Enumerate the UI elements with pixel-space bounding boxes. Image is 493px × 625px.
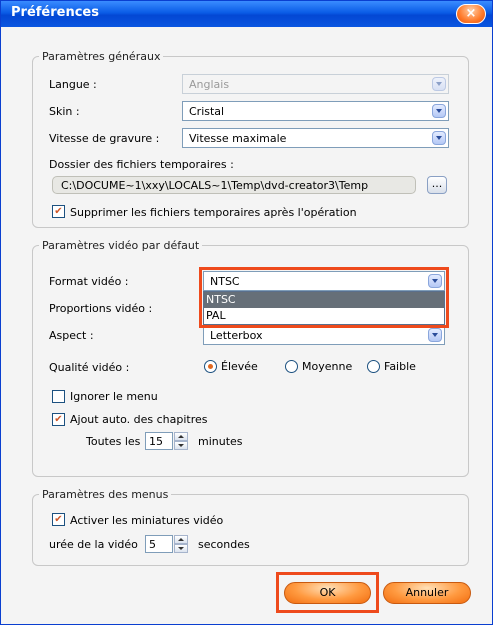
spin-up-icon[interactable] <box>174 432 188 441</box>
browse-label: ... <box>431 177 443 190</box>
burn-speed-select[interactable]: Vitesse maximale <box>182 128 449 148</box>
skin-select[interactable]: Cristal <box>182 101 449 121</box>
quality-radio-low[interactable] <box>367 360 380 373</box>
window-title: Préférences <box>11 5 99 20</box>
language-select[interactable]: Anglais <box>182 74 449 94</box>
preferences-window: Préférences × Paramètres généraux Langue… <box>0 0 493 625</box>
chapter-interval-input[interactable]: 15 <box>145 432 173 450</box>
thumbnails-checkbox[interactable] <box>52 513 65 526</box>
duration-label: urée de la vidéo <box>49 538 138 551</box>
duration-value: 5 <box>149 538 156 551</box>
duration-spinner[interactable] <box>174 535 188 553</box>
format-highlight <box>199 267 449 328</box>
chapter-interval-spinner[interactable] <box>174 432 188 450</box>
delete-temp-checkbox[interactable] <box>52 205 65 218</box>
menu-settings-group: Paramètres des menus <box>32 488 469 566</box>
aspect-select[interactable]: Letterbox <box>203 325 445 345</box>
close-button[interactable]: × <box>456 4 486 24</box>
thumbnails-label: Activer les miniatures vidéo <box>70 514 224 527</box>
ignore-menu-checkbox[interactable] <box>52 390 65 403</box>
skin-value: Cristal <box>189 105 225 118</box>
burn-speed-label: Vitesse de gravure : <box>49 132 160 145</box>
menu-settings-legend: Paramètres des menus <box>42 488 169 501</box>
general-settings-legend: Paramètres généraux <box>42 50 161 63</box>
quality-medium-label: Moyenne <box>302 360 353 373</box>
every-label: Toutes les <box>86 435 141 448</box>
close-icon: × <box>465 6 477 21</box>
spin-down-icon[interactable] <box>174 441 188 450</box>
title-bar: Préférences × <box>1 1 492 27</box>
video-settings-legend: Paramètres vidéo par défaut <box>42 239 200 252</box>
language-value: Anglais <box>189 78 230 91</box>
dialog-content: Paramètres généraux Langue : Anglais Ski… <box>6 31 487 621</box>
aspect-value: Letterbox <box>210 329 263 342</box>
skin-label: Skin : <box>49 105 80 118</box>
browse-button[interactable]: ... <box>427 176 447 194</box>
cancel-label: Annuler <box>405 586 449 599</box>
temp-folder-label: Dossier des fichiers temporaires : <box>49 158 234 171</box>
seconds-label: secondes <box>198 538 250 551</box>
ignore-menu-label: Ignorer le menu <box>70 390 158 403</box>
burn-speed-value: Vitesse maximale <box>189 132 287 145</box>
spin-down-icon[interactable] <box>174 544 188 553</box>
delete-temp-label: Supprimer les fichiers temporaires après… <box>70 206 357 219</box>
chevron-down-icon[interactable] <box>432 104 446 118</box>
proportions-label: Proportions vidéo : <box>49 302 153 315</box>
aspect-label: Aspect : <box>49 329 94 342</box>
quality-high-label: Élevée <box>221 360 258 373</box>
duration-input[interactable]: 5 <box>145 535 173 553</box>
ok-label: OK <box>319 586 336 599</box>
minutes-label: minutes <box>198 435 243 448</box>
quality-radio-medium[interactable] <box>285 360 298 373</box>
temp-folder-field[interactable]: C:\DOCUME~1\xxy\LOCALS~1\Temp\dvd-creato… <box>52 176 416 194</box>
chevron-down-icon[interactable] <box>432 77 446 91</box>
quality-low-label: Faible <box>384 360 416 373</box>
chevron-down-icon[interactable] <box>432 131 446 145</box>
chevron-down-icon[interactable] <box>428 328 442 342</box>
auto-chapters-checkbox[interactable] <box>52 413 65 426</box>
spin-up-icon[interactable] <box>174 535 188 544</box>
language-label: Langue : <box>49 78 97 91</box>
cancel-button[interactable]: Annuler <box>383 582 471 604</box>
quality-radio-high[interactable] <box>204 360 217 373</box>
temp-folder-value: C:\DOCUME~1\xxy\LOCALS~1\Temp\dvd-creato… <box>61 179 369 192</box>
chapter-interval-value: 15 <box>149 435 163 448</box>
format-label: Format vidéo : <box>49 275 129 288</box>
quality-label: Qualité vidéo : <box>49 361 130 374</box>
auto-chapters-label: Ajout auto. des chapitres <box>70 413 208 426</box>
ok-button[interactable]: OK <box>284 582 371 604</box>
